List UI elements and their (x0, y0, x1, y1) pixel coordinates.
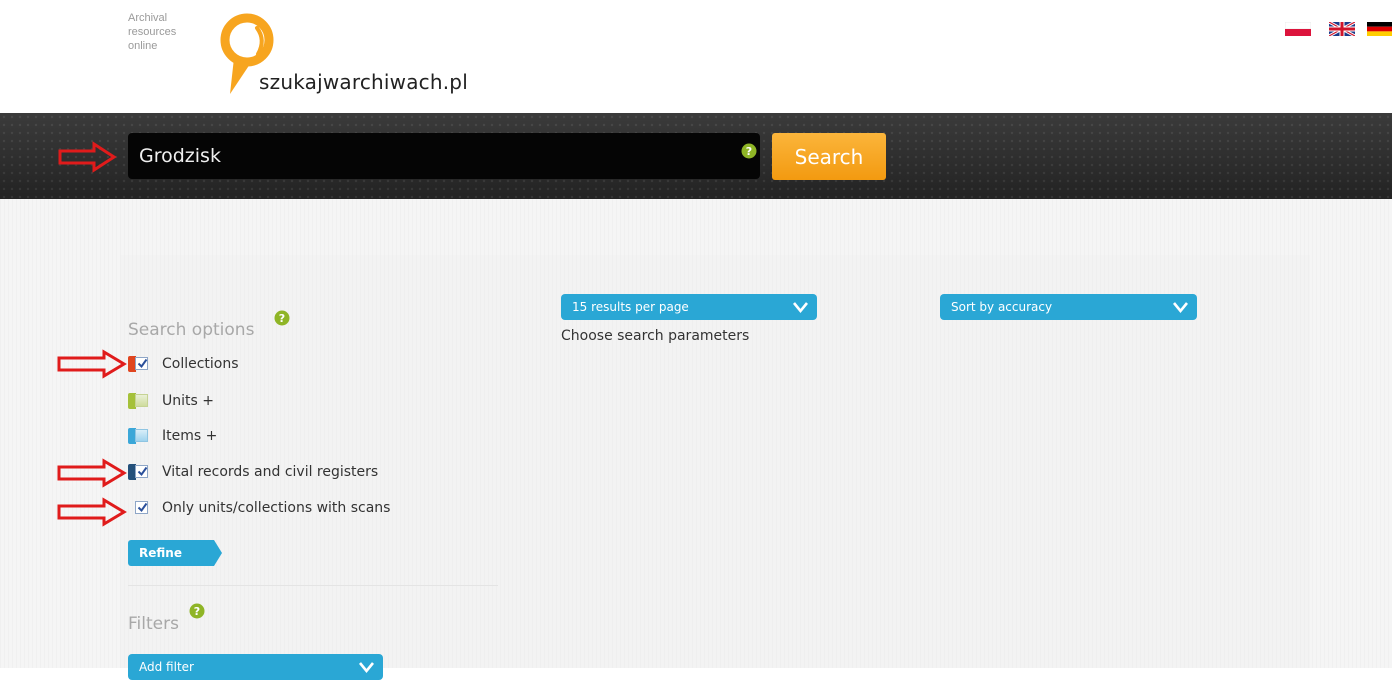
chevron-down-icon (358, 662, 375, 674)
checkmark-icon (137, 466, 148, 477)
checkmark-icon (137, 358, 148, 369)
red-arrow-annotation-icon (56, 141, 120, 173)
results-per-page-dropdown[interactable]: 15 results per page (561, 294, 817, 320)
site-name[interactable]: szukajwarchiwach.pl (259, 70, 468, 94)
site-header: Archival resources online szukajwarchiwa… (0, 0, 1392, 113)
chevron-down-icon (792, 302, 809, 314)
units-checkbox[interactable] (135, 394, 148, 407)
collections-checkbox[interactable] (135, 357, 148, 370)
search-parameters-hint: Choose search parameters (561, 328, 750, 344)
search-field-container (128, 133, 760, 179)
tagline-line-1: Archival (128, 12, 168, 24)
search-input[interactable] (128, 133, 728, 179)
site-tagline: Archival resources online (128, 11, 218, 53)
flag-germany-icon[interactable] (1367, 22, 1392, 36)
tagline-line-2: resources (128, 26, 177, 38)
vital-records-label: Vital records and civil registers (162, 464, 379, 480)
svg-text:?: ? (746, 145, 752, 158)
search-button[interactable]: Search (772, 133, 886, 180)
svg-text:?: ? (279, 312, 285, 325)
search-options-title: Search options (128, 320, 255, 340)
filters-title: Filters (128, 614, 179, 634)
section-divider (128, 585, 498, 586)
items-label: Items + (162, 428, 218, 444)
red-arrow-annotation-icon (56, 458, 132, 488)
help-icon[interactable]: ? (189, 603, 205, 619)
checkmark-icon (137, 502, 148, 513)
flag-poland-icon[interactable] (1285, 22, 1311, 36)
add-filter-label: Add filter (139, 660, 194, 674)
sort-label: Sort by accuracy (951, 300, 1053, 314)
red-arrow-annotation-icon (56, 497, 132, 527)
flag-uk-icon[interactable] (1329, 22, 1355, 36)
results-per-page-label: 15 results per page (572, 300, 689, 314)
units-label: Units + (162, 393, 214, 409)
svg-text:?: ? (194, 605, 200, 618)
tagline-line-3: online (128, 40, 158, 52)
only-with-scans-checkbox[interactable] (135, 501, 148, 514)
sort-dropdown[interactable]: Sort by accuracy (940, 294, 1197, 320)
only-with-scans-label: Only units/collections with scans (162, 500, 391, 516)
collections-label: Collections (162, 356, 239, 372)
chevron-down-icon (1172, 302, 1189, 314)
refine-button[interactable]: Refine (128, 540, 222, 566)
help-icon[interactable]: ? (274, 310, 290, 326)
help-icon[interactable]: ? (741, 143, 757, 159)
items-checkbox[interactable] (135, 429, 148, 442)
add-filter-dropdown[interactable]: Add filter (128, 654, 383, 680)
red-arrow-annotation-icon (56, 349, 132, 379)
vital-records-checkbox[interactable] (135, 465, 148, 478)
